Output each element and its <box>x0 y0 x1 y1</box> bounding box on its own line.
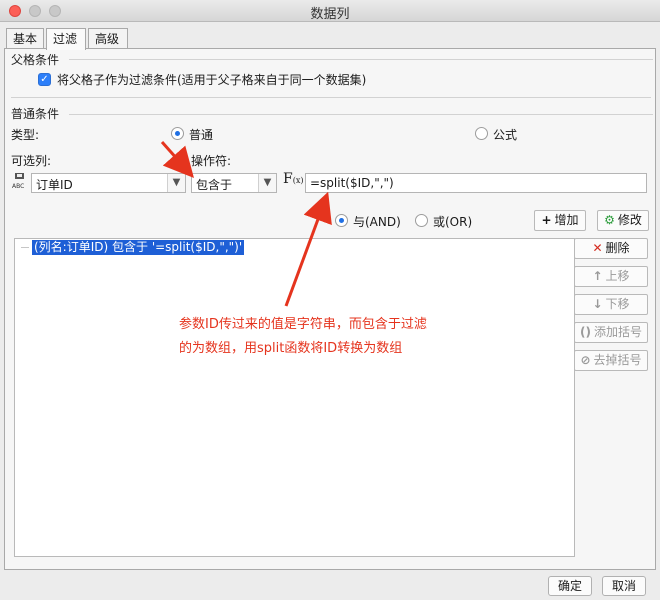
type-formula-radio[interactable] <box>475 127 488 140</box>
move-up-button[interactable]: ↑ 上移 <box>574 266 648 287</box>
logic-and-label: 与(AND) <box>353 215 401 229</box>
formula-input[interactable]: =split($ID,",") <box>305 173 647 193</box>
tab-advanced[interactable]: 高级 <box>88 28 128 49</box>
operator-select[interactable]: 包含于 ▼ <box>191 173 277 193</box>
type-formula-label: 公式 <box>493 128 518 142</box>
arrow-up-icon: ↑ <box>592 269 603 283</box>
chevron-down-icon: ▼ <box>258 174 276 192</box>
cancel-button[interactable]: 取消 <box>602 576 646 596</box>
remove-bracket-button[interactable]: ⊘ 去掉括号 <box>574 350 648 371</box>
column-select-value: 订单ID <box>36 178 73 192</box>
add-condition-button[interactable]: + 增加 <box>534 210 586 231</box>
arrow-down-icon: ↓ <box>592 297 603 311</box>
move-down-button[interactable]: ↓ 下移 <box>574 294 648 315</box>
condition-list[interactable]: (列名:订单ID) 包含于 '=split($ID,",")' <box>14 238 575 557</box>
operator-label: 操作符: <box>191 154 232 168</box>
formula-editor-icon[interactable]: F(x) <box>283 171 303 187</box>
divider <box>11 97 651 98</box>
logic-or-radio[interactable] <box>415 214 428 227</box>
window-titlebar: 数据列 <box>0 0 660 22</box>
parent-filter-label: 将父格子作为过滤条件(适用于父子格来自于同一个数据集) <box>57 73 367 87</box>
logic-or-label: 或(OR) <box>433 215 473 229</box>
annotation-line-2: 的为数组，用split函数将ID转换为数组 <box>179 341 403 356</box>
tree-connector <box>21 247 29 248</box>
add-bracket-label: 添加括号 <box>593 325 642 339</box>
window-title: 数据列 <box>310 7 350 22</box>
tab-basic[interactable]: 基本 <box>6 28 44 49</box>
type-label: 类型: <box>11 128 40 142</box>
move-up-label: 上移 <box>605 269 630 283</box>
logic-and-radio[interactable] <box>335 214 348 227</box>
modify-condition-label: 修改 <box>617 213 642 227</box>
type-normal-radio[interactable] <box>171 127 184 140</box>
plus-icon: + <box>541 213 552 227</box>
ok-button[interactable]: 确定 <box>548 576 592 596</box>
column-select[interactable]: 订单ID ▼ <box>31 173 186 193</box>
list-item[interactable]: (列名:订单ID) 包含于 '=split($ID,",")' <box>32 240 245 255</box>
normal-condition-heading: 普通条件 <box>11 107 60 121</box>
add-condition-label: 增加 <box>554 213 579 227</box>
gear-icon: ⚙ <box>604 213 615 227</box>
delete-label: 删除 <box>605 241 630 255</box>
parent-condition-heading: 父格条件 <box>11 53 60 67</box>
annotation-line-1: 参数ID传过来的值是字符串，而包含于过滤 <box>179 317 427 332</box>
modify-condition-button[interactable]: ⚙ 修改 <box>597 210 649 231</box>
divider <box>69 114 653 115</box>
annotation-text: 参数ID传过来的值是字符串，而包含于过滤 的为数组，用split函数将ID转换为… <box>179 313 427 361</box>
operator-select-value: 包含于 <box>196 178 233 192</box>
column-label: 可选列: <box>11 154 52 168</box>
filter-panel: 父格条件 ✓ 将父格子作为过滤条件(适用于父子格来自于同一个数据集) 普通条件 … <box>4 48 656 570</box>
add-bracket-button[interactable]: () 添加括号 <box>574 322 648 343</box>
type-normal-label: 普通 <box>189 128 214 142</box>
divider <box>69 59 653 60</box>
svg-text:ABC: ABC <box>12 183 24 190</box>
close-icon: ✕ <box>592 241 603 255</box>
bracket-icon: () <box>580 325 591 339</box>
chevron-down-icon: ▼ <box>167 174 185 192</box>
remove-bracket-icon: ⊘ <box>580 353 591 367</box>
column-type-icon: ABC <box>11 172 31 190</box>
tab-filter[interactable]: 过滤 <box>46 28 86 50</box>
parent-filter-checkbox[interactable]: ✓ <box>38 73 51 86</box>
remove-bracket-label: 去掉括号 <box>593 353 642 367</box>
move-down-label: 下移 <box>605 297 630 311</box>
delete-button[interactable]: ✕ 删除 <box>574 238 648 259</box>
